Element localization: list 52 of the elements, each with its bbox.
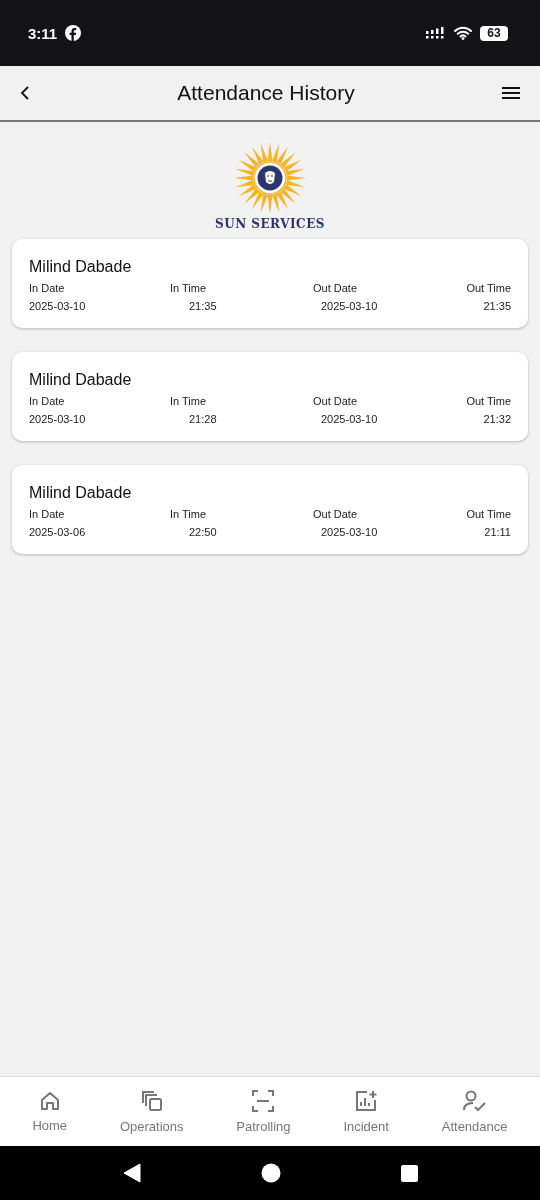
- home-nav-icon[interactable]: [260, 1163, 281, 1183]
- clock: 3:11: [28, 24, 58, 42]
- out-time-value: 21:11: [483, 526, 511, 538]
- logo-text: SUN SERVICES: [215, 217, 325, 231]
- chevron-left-icon: [20, 85, 30, 101]
- in-time-value: 22:50: [188, 526, 218, 538]
- in-date-label: In Date: [29, 282, 66, 294]
- in-time-label: In Time: [170, 282, 208, 294]
- attendance-tab[interactable]: Attendance: [441, 1089, 508, 1134]
- incident-tab[interactable]: Incident: [343, 1089, 389, 1134]
- out-date-value: 2025-03-10: [320, 413, 379, 425]
- out-time-label: Out Time: [466, 395, 511, 407]
- out-date-label: Out Date: [313, 508, 359, 520]
- out-date-value: 2025-03-10: [320, 300, 379, 312]
- page-title: Attendance History: [177, 81, 355, 105]
- in-time-label: In Time: [170, 395, 208, 407]
- scan-icon: [251, 1089, 276, 1113]
- house-icon: [38, 1090, 61, 1112]
- out-date-value: 2025-03-10: [320, 526, 379, 538]
- employee-name: Milind Dabade: [29, 258, 133, 276]
- battery-icon: 63: [480, 25, 508, 41]
- back-nav-icon[interactable]: [122, 1163, 141, 1183]
- in-date-value: 2025-03-06: [29, 526, 87, 538]
- attendance-card[interactable]: Milind Dabade In Date In Time Out Date Out Time 2025-03-10 21:35 2025-03-10 21:35: [12, 239, 528, 328]
- chart-add-icon: [354, 1089, 379, 1113]
- operations-tab[interactable]: Operations: [119, 1089, 184, 1134]
- employee-name: Milind Dabade: [29, 371, 133, 389]
- attendance-card[interactable]: Milind Dabade In Date In Time Out Date Out Time 2025-03-06 22:50 2025-03-10 21:11: [12, 465, 528, 554]
- recents-nav-icon[interactable]: [400, 1164, 418, 1182]
- out-time-label: Out Time: [466, 282, 511, 294]
- facebook-icon: [65, 25, 82, 41]
- out-time-value: 21:35: [482, 300, 511, 312]
- in-time-label: In Time: [170, 508, 208, 520]
- signal-icon: [426, 27, 446, 39]
- out-time-value: 21:32: [482, 413, 511, 425]
- employee-name: Milind Dabade: [29, 484, 133, 502]
- patrolling-tab[interactable]: Patrolling: [236, 1089, 291, 1134]
- user-check-icon: [461, 1089, 488, 1113]
- wifi-icon: [454, 26, 472, 40]
- in-time-value: 21:28: [188, 413, 218, 425]
- copy-icon: [139, 1089, 164, 1113]
- in-date-value: 2025-03-10: [29, 413, 87, 425]
- in-date-label: In Date: [29, 508, 66, 520]
- menu-icon: [502, 86, 520, 100]
- out-time-label: Out Time: [466, 508, 511, 520]
- in-date-value: 2025-03-10: [29, 300, 87, 312]
- home-tab[interactable]: Home: [32, 1090, 68, 1133]
- in-time-value: 21:35: [188, 300, 218, 312]
- in-date-label: In Date: [29, 395, 66, 407]
- out-date-label: Out Date: [313, 395, 359, 407]
- attendance-card[interactable]: Milind Dabade In Date In Time Out Date Out Time 2025-03-10 21:28 2025-03-10 21:32: [12, 352, 528, 441]
- out-date-label: Out Date: [313, 282, 359, 294]
